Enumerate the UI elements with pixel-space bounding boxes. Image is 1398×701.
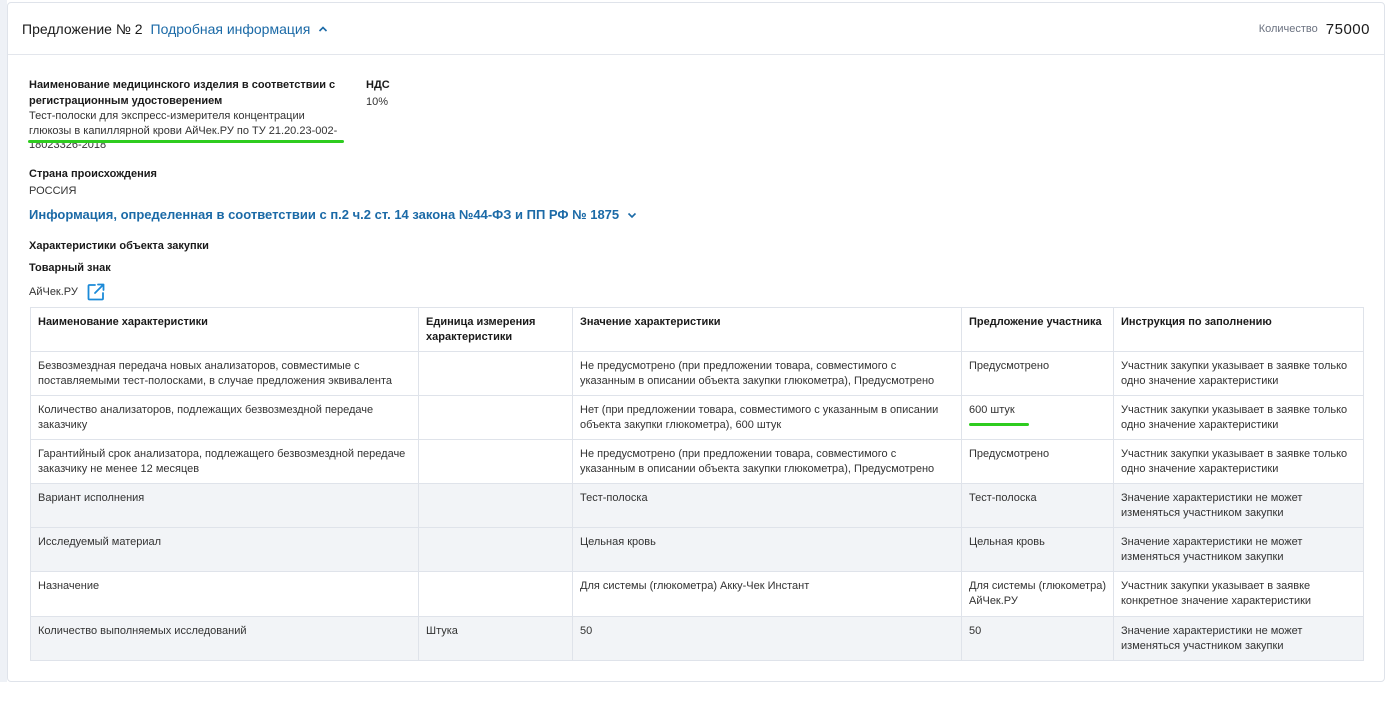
product-name-label: Наименование медицинского изделия в соот… bbox=[29, 79, 336, 107]
vat-value: 10% bbox=[366, 96, 389, 108]
table-cell: Участник закупки указывает в заявке толь… bbox=[1113, 395, 1364, 440]
column-header: Единица измерения характеристики bbox=[418, 307, 573, 352]
trademark-label: Товарный знак bbox=[29, 262, 111, 274]
table-cell: Участник закупки указывает в заявке толь… bbox=[1113, 351, 1364, 396]
chevron-down-icon bbox=[628, 212, 637, 218]
table-cell: Не предусмотрено (при предложении товара… bbox=[572, 351, 962, 396]
vat-block: НДС 10% bbox=[366, 77, 390, 110]
table-row: Назначение Для системы (глюкометра) Акку… bbox=[30, 571, 1364, 617]
table-cell: Вариант исполнения bbox=[30, 483, 419, 528]
table-cell: Для системы (глюкометра) АйЧек.РУ bbox=[961, 571, 1114, 617]
law-info-toggle-link[interactable]: Информация, определенная в соответствии … bbox=[29, 207, 637, 222]
table-row: Вариант исполнения Тест-полоска Тест-пол… bbox=[30, 483, 1364, 528]
table-cell: Штука bbox=[418, 616, 573, 661]
quantity-value: 75000 bbox=[1325, 20, 1370, 38]
table-cell bbox=[418, 483, 573, 528]
table-cell: 50 bbox=[572, 616, 962, 661]
characteristics-heading: Характеристики объекта закупки bbox=[29, 240, 209, 252]
table-cell: Значение характеристики не может изменят… bbox=[1113, 616, 1364, 661]
country-label: Страна происхождения bbox=[29, 168, 157, 180]
table-row: Безвозмездная передача новых анализаторо… bbox=[30, 351, 1364, 396]
details-link-label: Подробная информация bbox=[150, 20, 311, 37]
country-value: РОССИЯ bbox=[29, 185, 77, 197]
table-cell bbox=[418, 527, 573, 572]
trademark-value: АйЧек.РУ bbox=[29, 285, 78, 298]
vat-label: НДС bbox=[366, 79, 390, 91]
table-cell: Не предусмотрено (при предложении товара… bbox=[572, 439, 962, 484]
law-info-label: Информация, определенная в соответствии … bbox=[29, 207, 620, 222]
table-cell: Предусмотрено bbox=[961, 351, 1114, 396]
offer-card: Предложение № 2 Подробная информация Кол… bbox=[7, 2, 1385, 682]
table-cell: 50 bbox=[961, 616, 1114, 661]
column-header: Значение характеристики bbox=[572, 307, 962, 352]
table-cell: Назначение bbox=[30, 571, 419, 617]
offer-header: Предложение № 2 Подробная информация Кол… bbox=[8, 3, 1384, 55]
quantity-label: Количество bbox=[1258, 23, 1318, 35]
table-cell bbox=[418, 571, 573, 617]
highlighted-value: 600 штук bbox=[969, 403, 1029, 426]
table-cell: Значение характеристики не может изменят… bbox=[1113, 483, 1364, 528]
trademark: АйЧек.РУ bbox=[29, 282, 106, 302]
table-header-row: Наименование характеристики Единица изме… bbox=[30, 307, 1364, 352]
table-cell: Количество выполняемых исследований bbox=[30, 616, 419, 661]
participant-offer-value: 600 штук bbox=[969, 404, 1015, 416]
table-cell: Цельная кровь bbox=[572, 527, 962, 572]
column-header: Наименование характеристики bbox=[30, 307, 419, 352]
chevron-up-icon bbox=[319, 25, 328, 32]
table-row: Гарантийный срок анализатора, подлежащег… bbox=[30, 439, 1364, 484]
table-row: Количество выполняемых исследований Штук… bbox=[30, 616, 1364, 661]
offer-title: Предложение № 2 bbox=[22, 20, 143, 37]
table-row: Исследуемый материал Цельная кровь Цельн… bbox=[30, 527, 1364, 572]
table-cell: Нет (при предложении товара, совместимог… bbox=[572, 395, 962, 440]
table-cell: Участник закупки указывает в заявке толь… bbox=[1113, 439, 1364, 484]
table-cell: Гарантийный срок анализатора, подлежащег… bbox=[30, 439, 419, 484]
table-cell: Тест-полоска bbox=[961, 483, 1114, 528]
highlight-underline bbox=[969, 423, 1029, 426]
table-cell: Цельная кровь bbox=[961, 527, 1114, 572]
table-cell: Участник закупки указывает в заявке конк… bbox=[1113, 571, 1364, 617]
column-header: Предложение участника bbox=[961, 307, 1114, 352]
left-scroll-edge bbox=[0, 0, 7, 682]
table-cell: Безвозмездная передача новых анализаторо… bbox=[30, 351, 419, 396]
highlight-underline bbox=[28, 140, 344, 143]
details-toggle-link[interactable]: Подробная информация bbox=[151, 21, 329, 37]
quantity: Количество 75000 bbox=[1259, 3, 1370, 55]
table-cell: Исследуемый материал bbox=[30, 527, 419, 572]
table-cell: Предусмотрено bbox=[961, 439, 1114, 484]
table-cell bbox=[418, 439, 573, 484]
table-row: Количество анализаторов, подлежащих безв… bbox=[30, 395, 1364, 440]
table-cell: Тест-полоска bbox=[572, 483, 962, 528]
table-cell: Значение характеристики не может изменят… bbox=[1113, 527, 1364, 572]
table-cell bbox=[418, 395, 573, 440]
table-cell: Для системы (глюкометра) Акку-Чек Инстан… bbox=[572, 571, 962, 617]
column-header: Инструкция по заполнению bbox=[1113, 307, 1364, 352]
table-cell-highlighted: 600 штук bbox=[961, 395, 1114, 440]
external-link-icon[interactable] bbox=[86, 282, 106, 302]
product-name-value: Тест-полоски для экспресс-измерителя кон… bbox=[29, 110, 338, 151]
table-cell: Количество анализаторов, подлежащих безв… bbox=[30, 395, 419, 440]
country-block: Страна происхождения РОССИЯ bbox=[29, 166, 157, 199]
characteristics-table: Наименование характеристики Единица изме… bbox=[30, 307, 1364, 661]
table-cell bbox=[418, 351, 573, 396]
